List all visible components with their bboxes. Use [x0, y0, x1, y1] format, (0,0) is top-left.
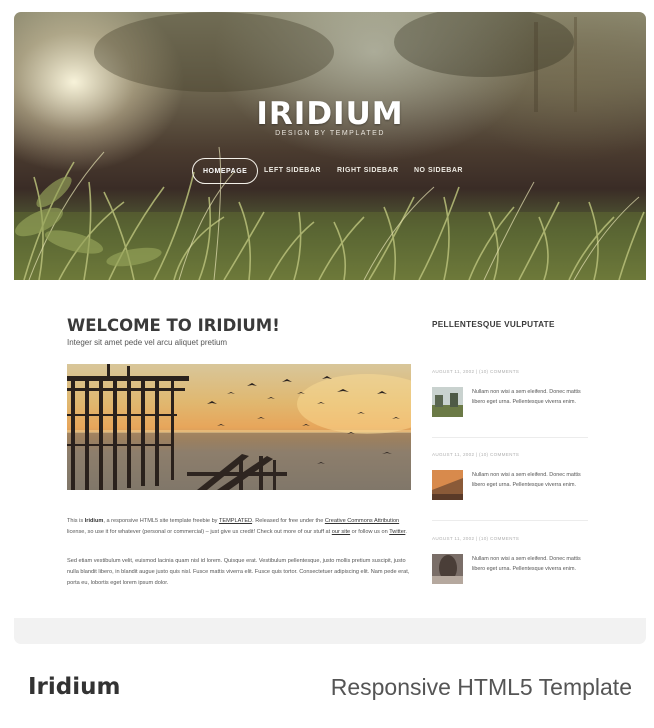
welcome-subheading: Integer sit amet pede vel arcu aliquet p… — [67, 338, 228, 347]
nav-no-sidebar[interactable]: NO SIDEBAR — [414, 158, 463, 184]
nav-left-sidebar[interactable]: LEFT SIDEBAR — [264, 158, 321, 184]
intro-paragraph: This is Iridium, a responsive HTML5 site… — [67, 516, 411, 538]
post-excerpt: Nullam non wisi a sem eleifend. Donec ma… — [472, 389, 581, 405]
sidebar-heading: PELLENTESQUE VULPUTATE — [432, 320, 555, 329]
templated-link[interactable]: TEMPLATED — [219, 518, 252, 524]
lorem-paragraph: Sed etiam vestibulum velit, euismod laci… — [67, 558, 410, 586]
site-tagline: DESIGN BY TEMPLATED — [275, 130, 385, 137]
post-thumbnail[interactable] — [432, 470, 463, 500]
intro-text-4: license, so use it for whatever (persona… — [67, 529, 332, 535]
template-preview-card[interactable]: IRIDIUM DESIGN BY TEMPLATED HOMEPAGE LEF… — [14, 12, 646, 644]
template-name[interactable]: Iridium — [28, 674, 120, 700]
content-panel: WELCOME TO IRIDIUM! Integer sit amet ped… — [14, 280, 646, 618]
nav-homepage[interactable]: HOMEPAGE — [192, 158, 259, 184]
intro-text-1: This is — [67, 518, 85, 524]
post-thumbnail[interactable] — [432, 554, 463, 584]
hero-header: IRIDIUM DESIGN BY TEMPLATED HOMEPAGE LEF… — [14, 12, 646, 280]
welcome-heading: WELCOME TO IRIDIUM! — [67, 316, 280, 335]
intro-bold-name: Iridium — [84, 518, 104, 524]
post-divider — [432, 520, 588, 521]
creative-commons-link[interactable]: Creative Commons Attribution — [325, 518, 399, 524]
twitter-link[interactable]: Twitter — [389, 529, 405, 535]
grass-background-image — [14, 12, 646, 280]
pier-sunset-photo — [67, 364, 411, 490]
nav-right-sidebar[interactable]: RIGHT SIDEBAR — [337, 158, 399, 184]
intro-text-2: , a responsive HTML5 site template freeb… — [103, 518, 219, 524]
our-site-link[interactable]: our site — [332, 529, 350, 535]
post-meta: AUGUST 11, 2002 | (10) COMMENTS — [432, 452, 520, 457]
post-meta: AUGUST 11, 2002 | (10) COMMENTS — [432, 536, 520, 541]
post-thumbnail[interactable] — [432, 387, 463, 417]
post-excerpt: Nullam non wisi a sem eleifend. Donec ma… — [472, 472, 581, 488]
post-divider — [432, 437, 588, 438]
intro-text-6: . — [405, 529, 407, 535]
intro-text-5: or follow us on — [350, 529, 390, 535]
site-logo-title[interactable]: IRIDIUM — [14, 96, 646, 132]
post-excerpt: Nullam non wisi a sem eleifend. Donec ma… — [472, 556, 581, 572]
template-description: Responsive HTML5 Template — [330, 674, 632, 700]
post-meta: AUGUST 11, 2002 | (10) COMMENTS — [432, 369, 520, 374]
intro-text-3: . Released for free under the — [252, 518, 325, 524]
